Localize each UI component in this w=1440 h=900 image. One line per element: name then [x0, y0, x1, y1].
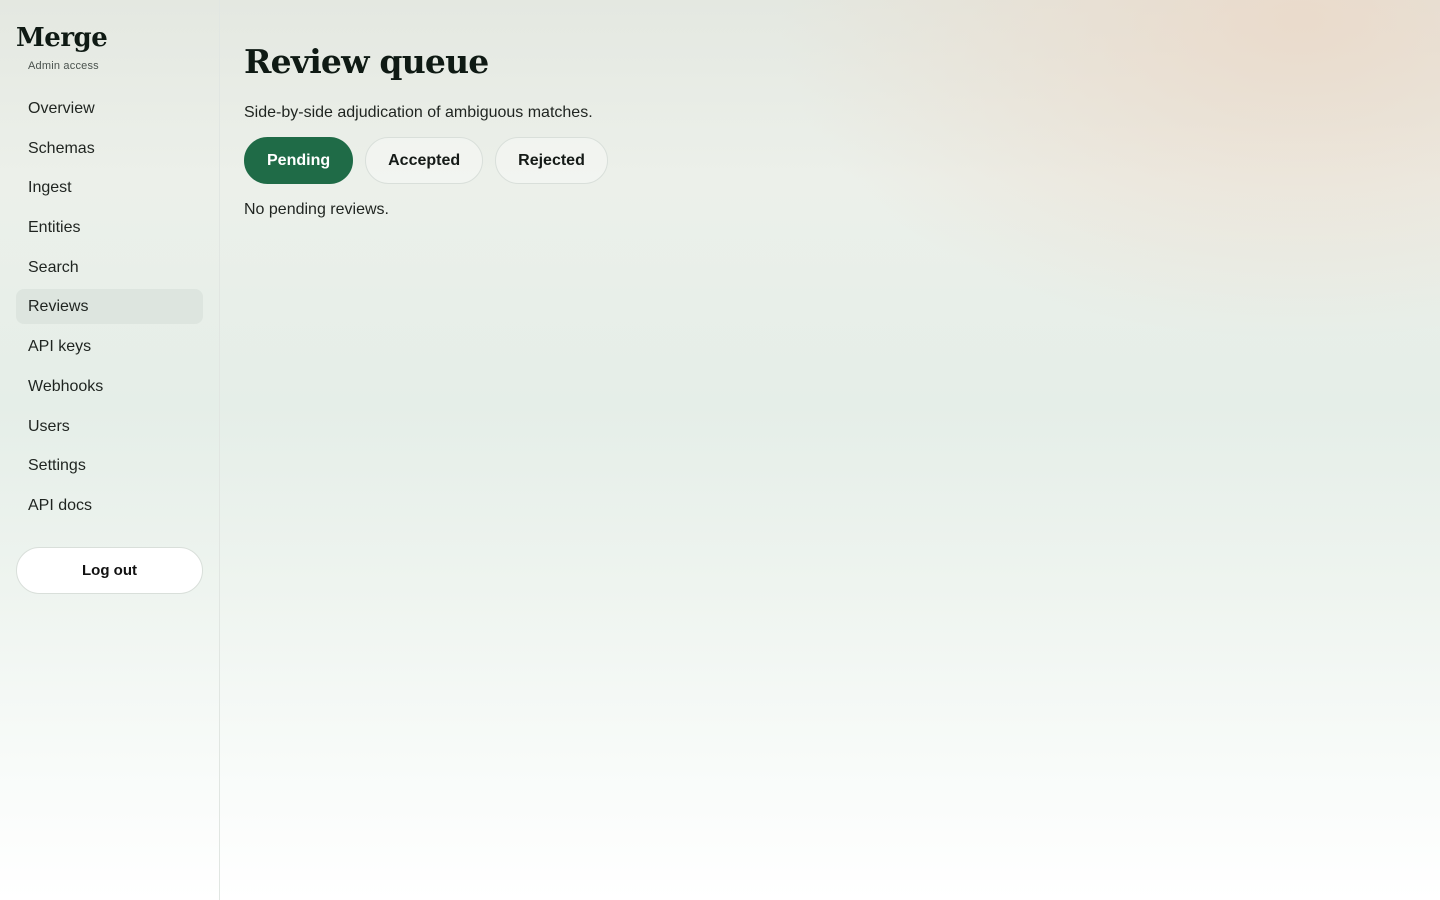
sidebar-item-entities[interactable]: Entities — [16, 210, 203, 245]
sidebar-nav: Overview Schemas Ingest Entities Search … — [16, 91, 203, 523]
sidebar-item-overview[interactable]: Overview — [16, 91, 203, 126]
sidebar-item-ingest[interactable]: Ingest — [16, 170, 203, 205]
brand-logo[interactable]: Merge — [16, 24, 203, 52]
sidebar-item-schemas[interactable]: Schemas — [16, 131, 203, 166]
sidebar-item-api-docs[interactable]: API docs — [16, 488, 203, 523]
page-subtitle: Side-by-side adjudication of ambiguous m… — [244, 104, 593, 121]
main-content: Review queue Side-by-side adjudication o… — [220, 0, 1440, 900]
app-shell: Merge Admin access Overview Schemas Inge… — [0, 0, 1440, 900]
sidebar-item-reviews[interactable]: Reviews — [16, 289, 203, 325]
sidebar: Merge Admin access Overview Schemas Inge… — [0, 0, 220, 900]
sidebar-item-users[interactable]: Users — [16, 409, 203, 444]
brand-subtitle: Admin access — [28, 60, 99, 72]
empty-state-message: No pending reviews. — [244, 201, 389, 218]
sidebar-item-webhooks[interactable]: Webhooks — [16, 369, 203, 404]
logout-button[interactable]: Log out — [16, 546, 203, 594]
review-status-tabs: Pending Accepted Rejected — [244, 137, 1440, 184]
page-title: Review queue — [244, 42, 489, 81]
sidebar-item-search[interactable]: Search — [16, 250, 203, 285]
tab-rejected[interactable]: Rejected — [495, 137, 608, 184]
sidebar-item-settings[interactable]: Settings — [16, 448, 203, 483]
tab-accepted[interactable]: Accepted — [365, 137, 484, 184]
tab-pending[interactable]: Pending — [244, 137, 354, 184]
sidebar-item-api-keys[interactable]: API keys — [16, 329, 203, 364]
